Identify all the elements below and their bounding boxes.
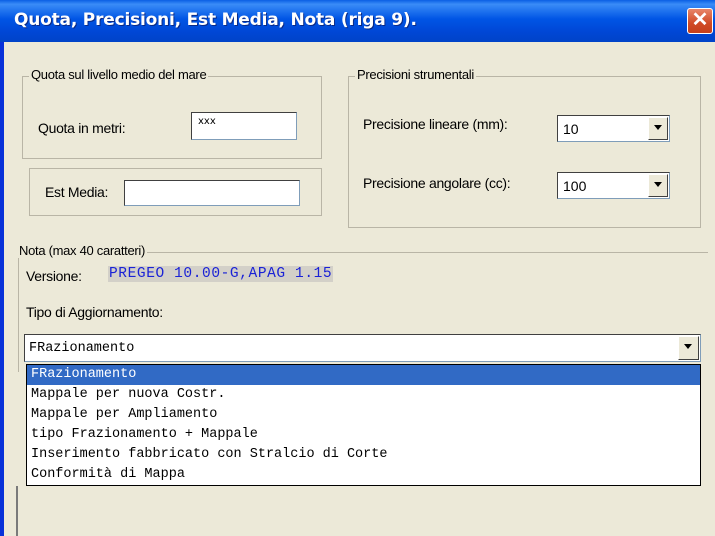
precisione-angolare-dropdown-button[interactable] [648, 174, 668, 197]
quota-input[interactable]: xxx [191, 112, 297, 140]
precisioni-group: Precisioni strumentali [348, 67, 701, 228]
nota-legend: Nota (max 40 caratteri) [17, 243, 148, 258]
close-icon: ✕ [691, 9, 709, 31]
dialog-window: Quota, Precisioni, Est Media, Nota (riga… [0, 0, 715, 536]
est-media-label: Est Media: [45, 184, 109, 200]
list-item[interactable]: Inserimento fabbricato con Stralcio di C… [27, 445, 700, 465]
tipo-aggiornamento-label: Tipo di Aggiornamento: [26, 304, 163, 320]
tipo-aggiornamento-dropdown-button[interactable] [678, 336, 699, 360]
quota-label: Quota in metri: [38, 120, 126, 136]
chevron-down-icon [654, 125, 662, 130]
list-item[interactable]: FRazionamento [27, 365, 700, 385]
precisione-angolare-select[interactable]: 100 [557, 172, 670, 199]
title-bar[interactable]: Quota, Precisioni, Est Media, Nota (riga… [0, 0, 715, 42]
est-media-input[interactable] [124, 180, 300, 206]
tipo-aggiornamento-listbox[interactable]: FRazionamento Mappale per nuova Costr. M… [26, 364, 701, 486]
divider [16, 486, 18, 536]
list-item[interactable]: Mappale per Ampliamento [27, 405, 700, 425]
tipo-aggiornamento-value: FRazionamento [29, 341, 135, 356]
precisioni-legend: Precisioni strumentali [355, 67, 476, 82]
versione-label: Versione: [26, 268, 82, 284]
precisione-angolare-value: 100 [563, 178, 587, 194]
list-item[interactable]: tipo Frazionamento + Mappale [27, 425, 700, 445]
versione-value: PREGEO 10.00-G,APAG 1.15 [108, 266, 334, 282]
chevron-down-icon [654, 182, 662, 187]
list-item[interactable]: Conformità di Mappa [27, 465, 700, 485]
precisione-lineare-label: Precisione lineare (mm): [363, 116, 508, 132]
precisione-lineare-value: 10 [563, 121, 579, 137]
precisione-lineare-select[interactable]: 10 [557, 115, 670, 142]
close-button[interactable]: ✕ [687, 8, 713, 34]
precisione-angolare-label: Precisione angolare (cc): [363, 175, 511, 191]
window-title: Quota, Precisioni, Est Media, Nota (riga… [14, 10, 417, 30]
tipo-aggiornamento-select[interactable]: FRazionamento [24, 334, 701, 362]
chevron-down-icon [684, 344, 692, 349]
precisione-lineare-dropdown-button[interactable] [648, 117, 668, 140]
quota-legend: Quota sul livello medio del mare [29, 67, 209, 82]
list-item[interactable]: Mappale per nuova Costr. [27, 385, 700, 405]
